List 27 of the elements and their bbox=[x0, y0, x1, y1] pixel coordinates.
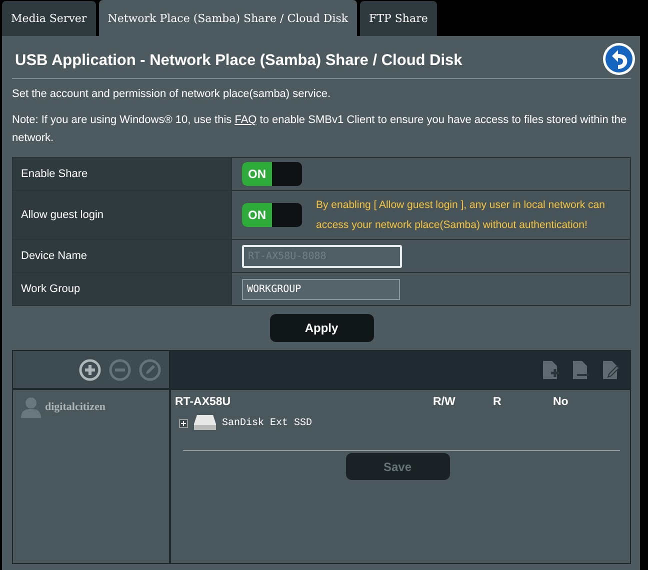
back-icon[interactable] bbox=[602, 42, 636, 76]
user-icon bbox=[21, 396, 41, 418]
drive-icon bbox=[193, 414, 217, 432]
add-folder-icon[interactable] bbox=[542, 360, 560, 380]
add-icon[interactable] bbox=[79, 358, 101, 380]
tab[interactable]: FTP Share bbox=[360, 1, 437, 36]
note-text: Note: If you are using Windows® 10, use this FAQ to enable SMBv1 Client to ensure you have access to files stored within the network. bbox=[12, 113, 628, 146]
text-field[interactable]: WORKGROUP bbox=[242, 278, 400, 300]
setting-label: Device Name bbox=[12, 240, 232, 272]
tab[interactable]: Media Server bbox=[2, 1, 96, 36]
setting-label: Enable Share bbox=[12, 158, 232, 190]
description-text: Set the account and permission of network place(samba) service. bbox=[12, 87, 332, 102]
tab[interactable]: Network Place (Samba) Share / Cloud Disk bbox=[98, 0, 358, 36]
warning-text: By enabling [ Allow guest login ], any user in local network can access your network place(Samba) without authentication! bbox=[316, 198, 606, 233]
setting-label: Work Group bbox=[12, 272, 232, 306]
permission-header: R bbox=[493, 396, 502, 408]
apply-button[interactable]: Apply bbox=[270, 314, 374, 342]
setting-label: Allow guest login bbox=[12, 190, 232, 240]
device-name: RT-AX58U bbox=[175, 396, 232, 408]
expand-icon[interactable] bbox=[179, 418, 188, 428]
permission-header: R/W bbox=[433, 396, 456, 408]
page-title: USB Application - Network Place (Samba) Share / Cloud Disk bbox=[15, 52, 462, 70]
edit-document-icon[interactable] bbox=[602, 360, 620, 380]
document-icon[interactable] bbox=[572, 360, 590, 380]
permission-header: No bbox=[553, 396, 570, 408]
folder-name[interactable]: SanDisk Ext SSD bbox=[222, 418, 312, 428]
faq-link[interactable]: FAQ bbox=[234, 114, 257, 126]
